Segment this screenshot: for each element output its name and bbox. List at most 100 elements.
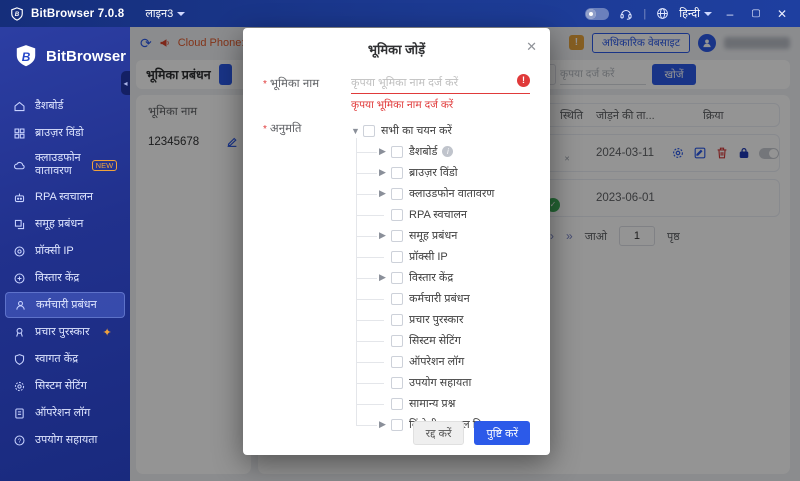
- svg-text:B: B: [15, 11, 20, 18]
- checkbox[interactable]: [391, 229, 403, 242]
- close-window-button[interactable]: ✕: [774, 7, 790, 21]
- info-icon[interactable]: i: [442, 146, 454, 157]
- sidebar-item-promotion-reward[interactable]: प्रचार पुरस्कार ✦: [5, 319, 125, 345]
- sidebar-item-dashboard[interactable]: डैशबोर्ड: [5, 93, 125, 119]
- checkbox[interactable]: [391, 418, 403, 431]
- checkbox[interactable]: [363, 124, 375, 137]
- question-icon: ?: [14, 435, 25, 445]
- checkbox[interactable]: [391, 271, 403, 284]
- role-name-input[interactable]: [351, 75, 530, 94]
- required-asterisk: *: [263, 79, 267, 90]
- sidebar-item-welcome-center[interactable]: स्वागत केंद्र: [5, 346, 125, 372]
- sidebar-item-extension-center[interactable]: विस्तार केंद्र: [5, 265, 125, 291]
- bitbrowser-shield-icon: B: [16, 45, 36, 67]
- chevron-right-icon[interactable]: ▶: [379, 188, 389, 199]
- sidebar-item-rpa[interactable]: RPA स्वचालन: [5, 184, 125, 210]
- cloud-icon: [13, 161, 25, 169]
- checkbox[interactable]: [391, 250, 403, 263]
- brand-name: BitBrowser: [46, 47, 127, 65]
- required-asterisk: *: [263, 124, 267, 135]
- checkbox[interactable]: [391, 355, 403, 368]
- close-icon[interactable]: ✕: [526, 39, 537, 55]
- robot-icon: [14, 193, 25, 202]
- tree-node[interactable]: प्रॉक्सी IP: [356, 246, 530, 267]
- chevron-right-icon[interactable]: ▶: [379, 419, 389, 430]
- svg-text:B: B: [22, 50, 31, 64]
- validation-error-text: कृपया भूमिका नाम दर्ज करें: [351, 99, 454, 111]
- sidebar-item-system-settings[interactable]: सिस्टम सेटिंग: [5, 373, 125, 399]
- document-icon: [15, 408, 24, 418]
- plus-circle-icon: [14, 273, 25, 283]
- field-label-permission: * अनुमति: [263, 123, 302, 135]
- tree-node[interactable]: कर्मचारी प्रबंधन: [356, 288, 530, 309]
- tree-node[interactable]: सामान्य प्रश्न: [356, 393, 530, 414]
- minimize-button[interactable]: –: [722, 7, 738, 21]
- globe-icon: [657, 8, 669, 19]
- confirm-button[interactable]: पुष्टि करें: [474, 421, 530, 445]
- person-icon: [16, 300, 25, 310]
- chevron-right-icon[interactable]: ▶: [379, 167, 389, 178]
- tree-node[interactable]: प्रचार पुरस्कार: [356, 309, 530, 330]
- sidebar-item-browser-windows[interactable]: ब्राउज़र विंडो: [5, 120, 125, 146]
- checkbox[interactable]: [391, 313, 403, 326]
- checkbox[interactable]: [391, 334, 403, 347]
- sidebar-nav: डैशबोर्ड ब्राउज़र विंडो क्लाउडफोन वातावर…: [0, 93, 130, 453]
- checkbox[interactable]: [391, 376, 403, 389]
- dialog-title: भूमिका जोड़ें: [367, 42, 426, 57]
- tree-node[interactable]: ▶ समूह प्रबंधन: [356, 225, 530, 246]
- sidebar-collapse-handle[interactable]: ◂: [121, 71, 130, 95]
- tree-node[interactable]: ▶ क्लाउडफोन वातावरण: [356, 183, 530, 204]
- app-title: BitBrowser 7.0.8: [31, 7, 125, 20]
- tree-node[interactable]: RPA स्वचालन: [356, 204, 530, 225]
- sidebar-item-proxy-ip[interactable]: प्रॉक्सी IP: [5, 238, 125, 264]
- checkbox[interactable]: [391, 187, 403, 200]
- chevron-right-icon[interactable]: ▶: [379, 146, 389, 157]
- divider: |: [643, 7, 647, 20]
- sidebar: B BitBrowser ◂ डैशबोर्ड ब्राउज़र विंडो क…: [0, 27, 130, 481]
- tree-children: ▶ डैशबोर्ड i ▶ ब्राउज़र विंडो ▶ क्लाउडफोन वा…: [351, 138, 530, 435]
- layers-icon: [14, 219, 25, 229]
- sparkle-icon: ✦: [102, 326, 112, 339]
- headset-icon[interactable]: [619, 7, 633, 21]
- chevron-right-icon[interactable]: ▶: [379, 272, 389, 283]
- new-badge: NEW: [91, 159, 118, 171]
- sidebar-item-staff-management[interactable]: कर्मचारी प्रबंधन: [5, 292, 125, 318]
- tree-node[interactable]: ▶ विस्तार केंद्र: [356, 267, 530, 288]
- sidebar-item-usage-help[interactable]: ? उपयोग सहायता: [5, 427, 125, 453]
- sidebar-item-operation-log[interactable]: ऑपरेशन लॉग: [5, 400, 125, 426]
- sidebar-logo: B BitBrowser: [0, 27, 130, 69]
- tree-node[interactable]: सिस्टम सेटिंग: [356, 330, 530, 351]
- home-icon: [14, 101, 25, 111]
- checkbox[interactable]: [391, 166, 403, 179]
- sidebar-item-groups[interactable]: समूह प्रबंधन: [5, 211, 125, 237]
- permission-tree: ▼ सभी का चयन करें ▶ डैशबोर्ड i ▶ ब्राउज़र वि…: [351, 120, 530, 435]
- add-role-dialog: भूमिका जोड़ें ✕ *भूमिका नाम ! कृपया भूमि…: [243, 28, 550, 455]
- gear-icon: [14, 381, 25, 391]
- line-selector[interactable]: लाइन3: [145, 6, 186, 21]
- target-icon: [14, 246, 25, 256]
- bitbrowser-logo-icon: B: [11, 6, 23, 21]
- checkbox[interactable]: [391, 208, 403, 221]
- tree-node[interactable]: ऑपरेशन लॉग: [356, 351, 530, 372]
- checkbox[interactable]: [391, 397, 403, 410]
- checkbox[interactable]: [391, 145, 403, 158]
- tree-node[interactable]: ▶ डैशबोर्ड i: [356, 141, 530, 162]
- sidebar-item-cloudphone[interactable]: क्लाउडफोन वातावरण NEW: [5, 147, 125, 183]
- tree-node[interactable]: ▶ ब्राउज़र विंडो: [356, 162, 530, 183]
- tree-node[interactable]: उपयोग सहायता: [356, 372, 530, 393]
- chevron-right-icon[interactable]: ▶: [379, 230, 389, 241]
- tree-node-select-all[interactable]: ▼ सभी का चयन करें: [351, 120, 530, 141]
- maximize-button[interactable]: ▢: [748, 8, 764, 19]
- cancel-button[interactable]: रद्द करें: [412, 421, 465, 445]
- theme-toggle[interactable]: [585, 7, 610, 20]
- chevron-down-icon[interactable]: ▼: [351, 126, 361, 136]
- language-selector[interactable]: हिन्दी: [679, 6, 712, 21]
- svg-text:?: ?: [18, 437, 22, 444]
- field-label-role-name: * भूमिका नाम: [263, 78, 320, 90]
- medal-icon: [16, 327, 23, 337]
- error-icon: !: [517, 74, 530, 87]
- chevron-down-icon: [704, 11, 712, 16]
- grid-icon: [14, 128, 25, 138]
- checkbox[interactable]: [391, 292, 403, 305]
- titlebar: B BitBrowser 7.0.8 लाइन3 | हिन्दी – ▢ ✕: [0, 0, 800, 27]
